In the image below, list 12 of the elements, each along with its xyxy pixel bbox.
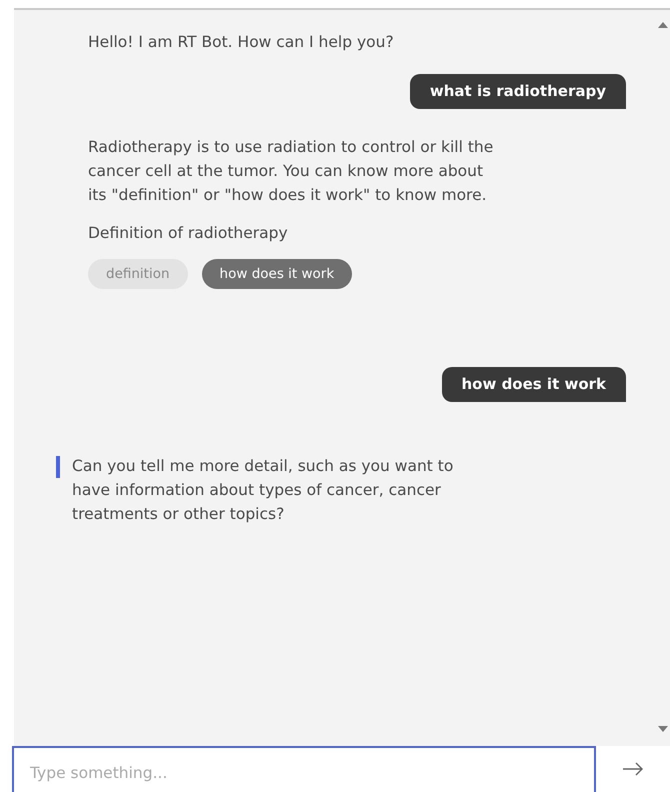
message-input[interactable]: Type something... — [12, 746, 596, 792]
option-chip[interactable]: definition — [88, 259, 188, 289]
send-icon[interactable] — [622, 762, 644, 776]
scroll-up-icon[interactable] — [658, 22, 668, 28]
user-message: how does it work — [442, 367, 626, 402]
option-chip[interactable]: how does it work — [202, 259, 352, 289]
bot-message: Hello! I am RT Bot. How can I help you? — [88, 32, 394, 53]
bot-message: Radiotherapy is to use radiation to control or kill the cancer cell at the tumor. You can know more about its "definition" or "how does it work" to know more. — [88, 137, 494, 206]
user-message: what is radiotherapy — [410, 74, 626, 109]
scroll-down-icon[interactable] — [658, 726, 668, 732]
bot-message: Can you tell me more detail, such as you want to have information about types of cancer, cancer treatments or other topics? — [72, 456, 454, 525]
bot-message: Definition of radiotherapy — [88, 223, 289, 244]
